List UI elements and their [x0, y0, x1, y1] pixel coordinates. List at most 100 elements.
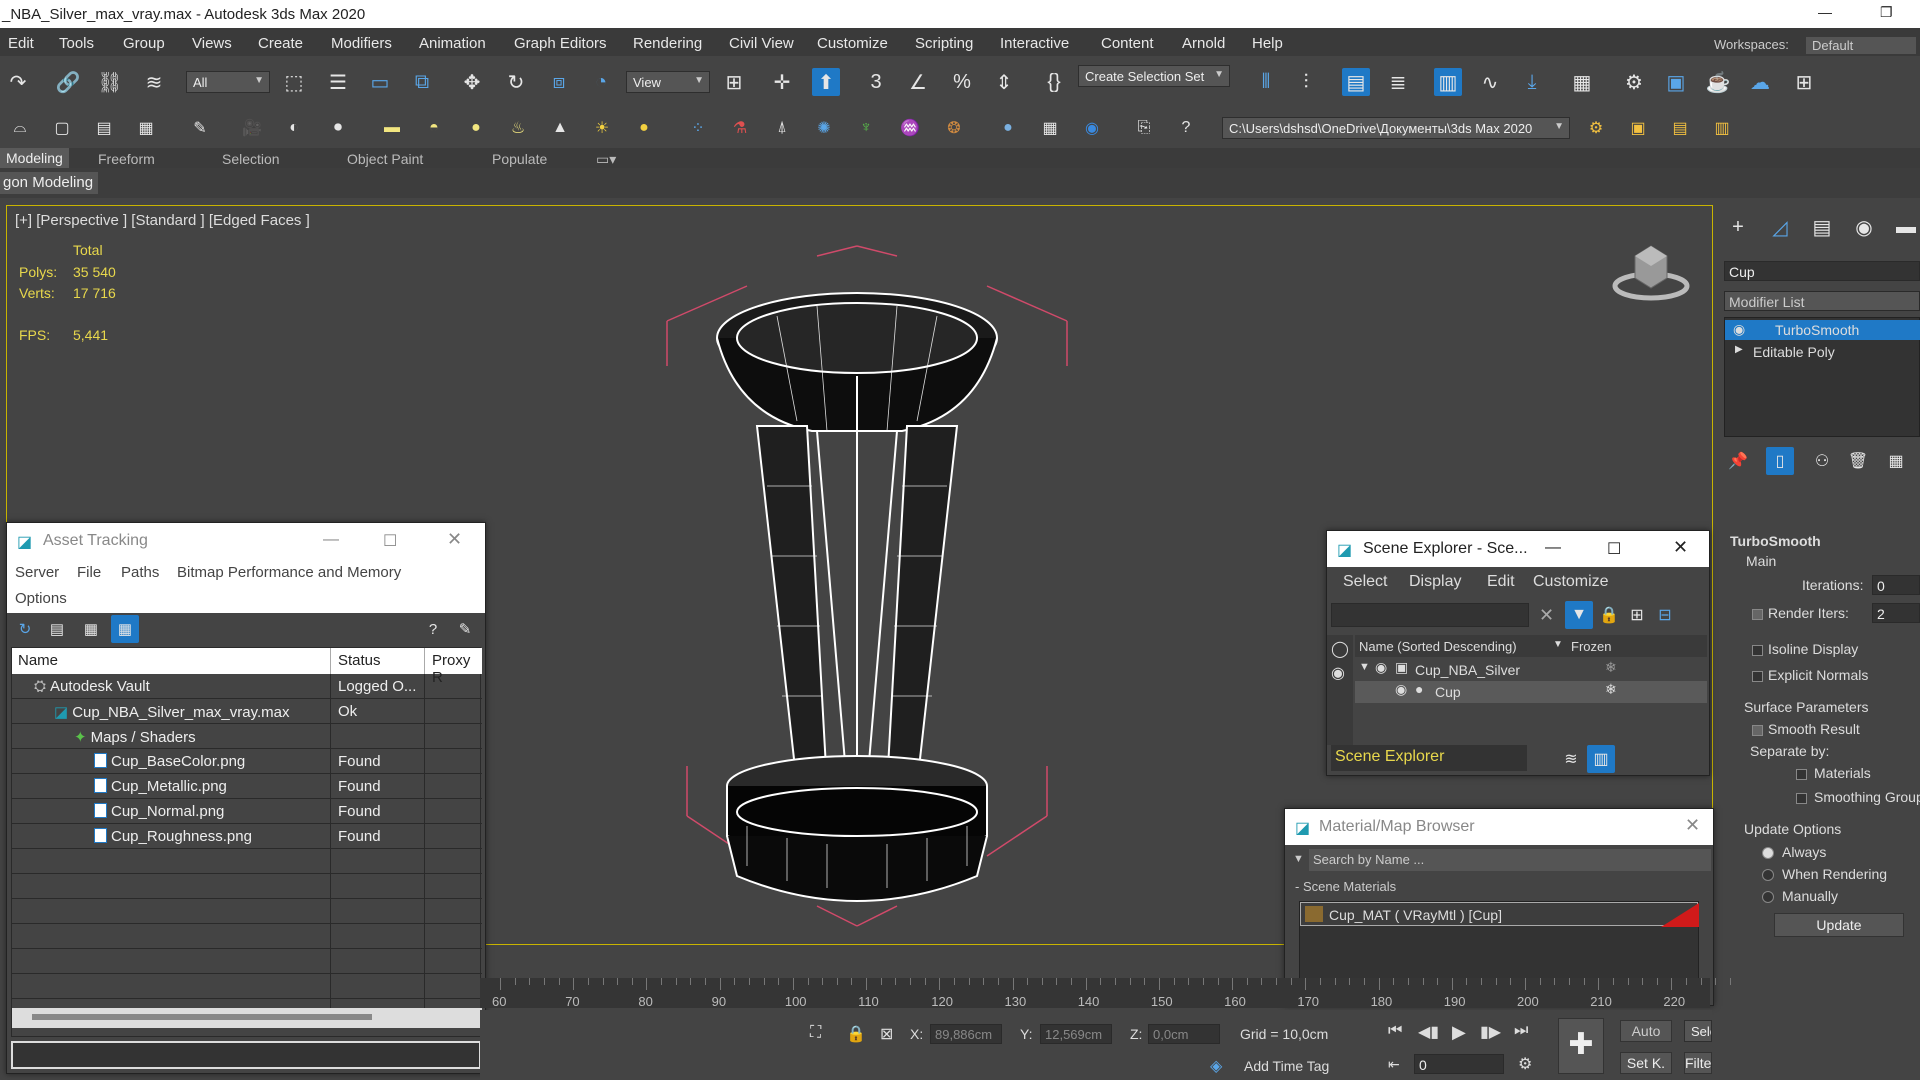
project-template-icon[interactable]: ▥ [1708, 114, 1736, 142]
display-geometry-icon[interactable]: ◉ [1331, 663, 1345, 683]
menu-views[interactable]: Views [192, 35, 232, 52]
timeline[interactable]: 60 70 80 90 100 110 120 130 140 150 160 170 180 190 20… [480, 978, 1731, 1009]
link-icon[interactable]: 🔗 [54, 68, 82, 96]
selection-filter-dropdown[interactable]: All ▼ [186, 71, 270, 93]
scene-explorer-toggle-icon[interactable]: ▤ [1342, 68, 1370, 96]
minimize-icon[interactable]: — [323, 531, 339, 549]
menu-content[interactable]: Content [1101, 35, 1154, 52]
expand-arrow-icon[interactable]: ▶ [1735, 344, 1743, 355]
asset-tracking-titlebar[interactable]: ◪ Asset Tracking — ☐ ✕ [7, 523, 485, 559]
selection-lock-icon[interactable]: 🔒 [846, 1024, 866, 1044]
rect-selection-icon[interactable]: ▭ [366, 68, 394, 96]
scene-explorer-titlebar[interactable]: ◪ Scene Explorer - Sce... — ☐ ✕ [1327, 531, 1709, 567]
close-icon[interactable]: ✕ [1685, 815, 1700, 836]
maximize-icon[interactable]: ☐ [383, 531, 397, 551]
isolate-selection-icon[interactable]: ⛶ [810, 1024, 821, 1042]
export-icon[interactable]: ⎘ [1130, 114, 1158, 142]
viewport-label[interactable]: [+] [Perspective ] [Standard ] [Edged Fa… [15, 212, 310, 229]
edit-named-selection-icon[interactable]: {} [1040, 68, 1068, 96]
minimize-button[interactable]: — [1818, 4, 1832, 20]
menu-rendering[interactable]: Rendering [633, 35, 702, 52]
help-icon[interactable]: ? [1172, 114, 1200, 142]
rendered-frame-window-icon[interactable]: ▣ [1662, 68, 1690, 96]
x-coord-field[interactable]: 89,886cm [930, 1024, 1002, 1044]
go-to-start-icon[interactable]: ⏮ [1388, 1022, 1402, 1040]
light-lister-icon[interactable]: ✎ [186, 114, 214, 142]
frame-buffer-icon[interactable]: ◉ [1078, 114, 1106, 142]
texture-icon[interactable]: ❂ [940, 114, 968, 142]
col-frozen[interactable]: Frozen [1571, 639, 1611, 654]
when-rendering-radio[interactable] [1762, 869, 1774, 881]
render-setup-icon[interactable]: ⚙ [1620, 68, 1648, 96]
key-filters-button[interactable]: Filters... [1684, 1052, 1712, 1074]
menu-edit[interactable]: Edit [8, 35, 34, 52]
material-grid-icon[interactable]: ▦ [1036, 114, 1064, 142]
render-iters-checkbox[interactable] [1752, 609, 1763, 620]
table-row[interactable]: ✦ Maps / Shaders [12, 724, 482, 749]
y-coord-field[interactable]: 12,569cm [1040, 1024, 1112, 1044]
align-icon[interactable]: ⫶ [1292, 68, 1320, 96]
scene-explorer-mode-icon[interactable]: ▥ [1587, 745, 1615, 773]
help-icon[interactable]: ? [419, 615, 447, 643]
display-tab-icon[interactable]: ▬ [1892, 213, 1920, 241]
sort-icon[interactable]: ⊟ [1651, 601, 1679, 629]
play-icon[interactable]: ▶ [1452, 1022, 1466, 1043]
modify-tab-icon[interactable]: ◿ [1766, 213, 1794, 241]
menu-paths[interactable]: Paths [121, 564, 159, 581]
frozen-icon[interactable]: ❄ [1605, 659, 1617, 676]
close-icon[interactable]: ✕ [1673, 537, 1688, 558]
layer-explorer-icon[interactable]: ≋ [1557, 745, 1585, 773]
volume-grid-icon[interactable]: ✺ [810, 114, 838, 142]
create-project-icon[interactable]: ▤ [1666, 114, 1694, 142]
material-browser-titlebar[interactable]: ◪ Material/Map Browser ✕ [1285, 809, 1713, 845]
table-row[interactable]: Cup_BaseColor.png Found [12, 749, 482, 774]
clear-search-icon[interactable]: ✕ [1539, 605, 1554, 626]
render-frame-icon[interactable]: ▢ [48, 114, 76, 142]
horizontal-scrollbar[interactable] [12, 1008, 482, 1028]
set-project-icon[interactable]: ▣ [1624, 114, 1652, 142]
unlink-icon[interactable]: ⛓ [96, 68, 124, 96]
add-time-tag[interactable]: Add Time Tag [1244, 1058, 1329, 1074]
percent-snap-icon[interactable]: % [948, 68, 976, 96]
z-coord-field[interactable]: 0,0cm [1148, 1024, 1220, 1044]
smooth-result-checkbox[interactable] [1752, 725, 1763, 736]
modifier-list-dropdown[interactable]: Modifier List [1724, 291, 1920, 311]
refresh-icon[interactable]: ↻ [11, 615, 39, 643]
configure-modifier-sets-icon[interactable]: ▦ [1882, 447, 1910, 475]
menu-modifiers[interactable]: Modifiers [331, 35, 392, 52]
list-view-icon[interactable]: ▤ [43, 615, 71, 643]
select-object-icon[interactable]: ⬚ [280, 68, 308, 96]
menu-bitmap-performance[interactable]: Bitmap Performance and Memory [177, 564, 401, 581]
select-by-name-icon[interactable]: ☰ [324, 68, 352, 96]
show-end-result-icon[interactable]: ▯ [1766, 447, 1794, 475]
maximize-icon[interactable]: ☐ [1607, 539, 1621, 559]
collapse-arrow-icon[interactable]: ▼ [1359, 661, 1370, 673]
polygon-modeling-panel[interactable]: gon Modeling [0, 172, 98, 194]
camera-icon[interactable]: 🎥 [238, 114, 266, 142]
snaps-toggle-icon[interactable]: 3 [862, 68, 890, 96]
particles-icon[interactable]: ⁘ [684, 114, 712, 142]
eye-icon[interactable]: ◉ [1733, 321, 1745, 338]
absolute-mode-icon[interactable]: ⊠ [880, 1024, 893, 1044]
sphere-material-icon[interactable]: ● [994, 114, 1022, 142]
table-row[interactable]: ◪ Cup_NBA_Silver_max_vray.max Ok [12, 699, 482, 724]
minimize-icon[interactable]: — [1545, 539, 1561, 557]
curve-editor-icon[interactable]: ∿ [1476, 68, 1504, 96]
a360-gallery-icon[interactable]: ⊞ [1790, 68, 1818, 96]
settings-icon[interactable]: ✎ [451, 615, 479, 643]
menu-graph-editors[interactable]: Graph Editors [514, 35, 607, 52]
scene-row-cup[interactable]: ◉ ● Cup ❄ [1355, 681, 1707, 703]
place-icon[interactable]: ◔ [587, 68, 615, 96]
restore-button[interactable]: ❐ [1880, 4, 1893, 21]
lock-icon[interactable]: 🔒 [1595, 601, 1623, 629]
display-objects-icon[interactable]: ◯ [1331, 639, 1349, 659]
close-icon[interactable]: ✕ [447, 529, 462, 550]
rollout-title[interactable]: TurboSmooth [1730, 533, 1821, 549]
viewcube-icon[interactable] [1611, 236, 1691, 306]
env-fog-icon[interactable]: ⍋ [768, 114, 796, 142]
menu-edit[interactable]: Edit [1487, 573, 1515, 591]
spinner-snap-icon[interactable]: ⇕ [990, 68, 1018, 96]
project-folder-icon[interactable]: ⚙ [1582, 114, 1610, 142]
time-config-icon[interactable]: ⚙ [1518, 1054, 1532, 1074]
ambient-light-icon[interactable]: ● [630, 114, 658, 142]
